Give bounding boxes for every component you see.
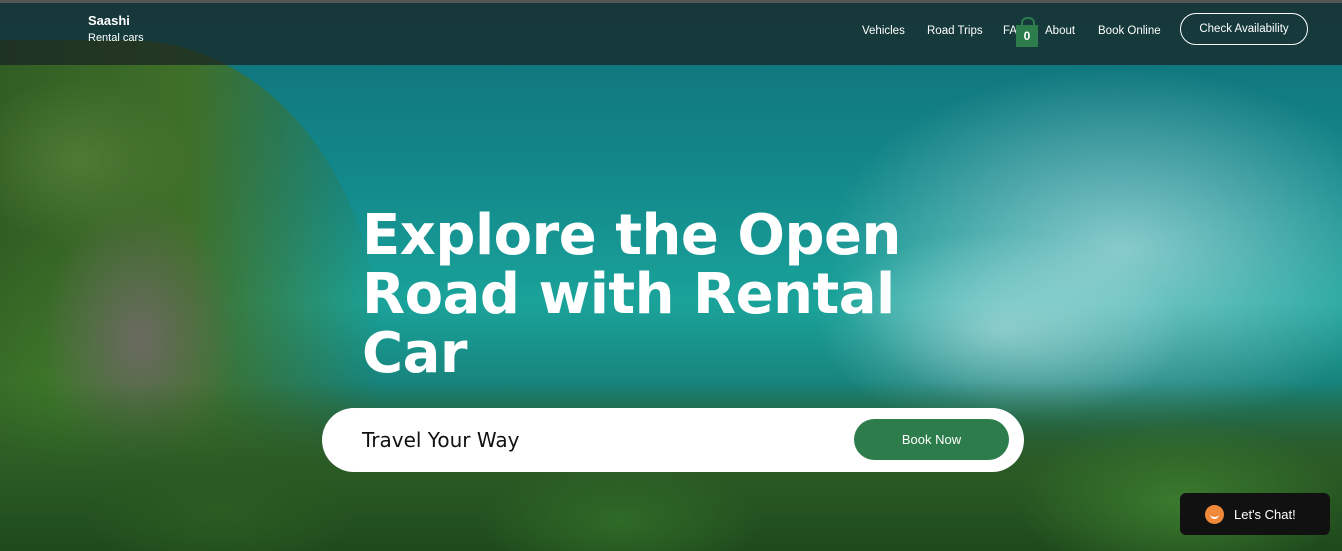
brand-name: Saashi — [88, 13, 130, 28]
cart-count: 0 — [1016, 25, 1038, 47]
chat-widget-button[interactable]: Let's Chat! — [1180, 493, 1330, 535]
nav-item-book-online[interactable]: Book Online — [1098, 25, 1161, 37]
site-header: Saashi Rental cars Vehicles Road Trips F… — [0, 3, 1342, 65]
chat-smiley-icon — [1205, 504, 1224, 524]
brand-logo[interactable]: Saashi Rental cars — [88, 13, 144, 44]
check-availability-button[interactable]: Check Availability — [1180, 13, 1308, 45]
nav-item-vehicles[interactable]: Vehicles — [862, 25, 905, 37]
hero-headline: Explore the Open Road with Rental Car — [362, 203, 901, 386]
nav-item-road-trips[interactable]: Road Trips — [927, 25, 983, 37]
cart-icon[interactable]: 0 — [1016, 17, 1038, 47]
brand-tagline: Rental cars — [88, 32, 144, 44]
booking-bar-text: Travel Your Way — [362, 428, 520, 452]
hero-booking-bar: Travel Your Way Book Now — [322, 408, 1024, 472]
nav-item-about[interactable]: About — [1045, 25, 1075, 37]
book-now-button[interactable]: Book Now — [854, 419, 1009, 460]
chat-label: Let's Chat! — [1234, 506, 1296, 522]
window-top-border — [0, 0, 1342, 3]
